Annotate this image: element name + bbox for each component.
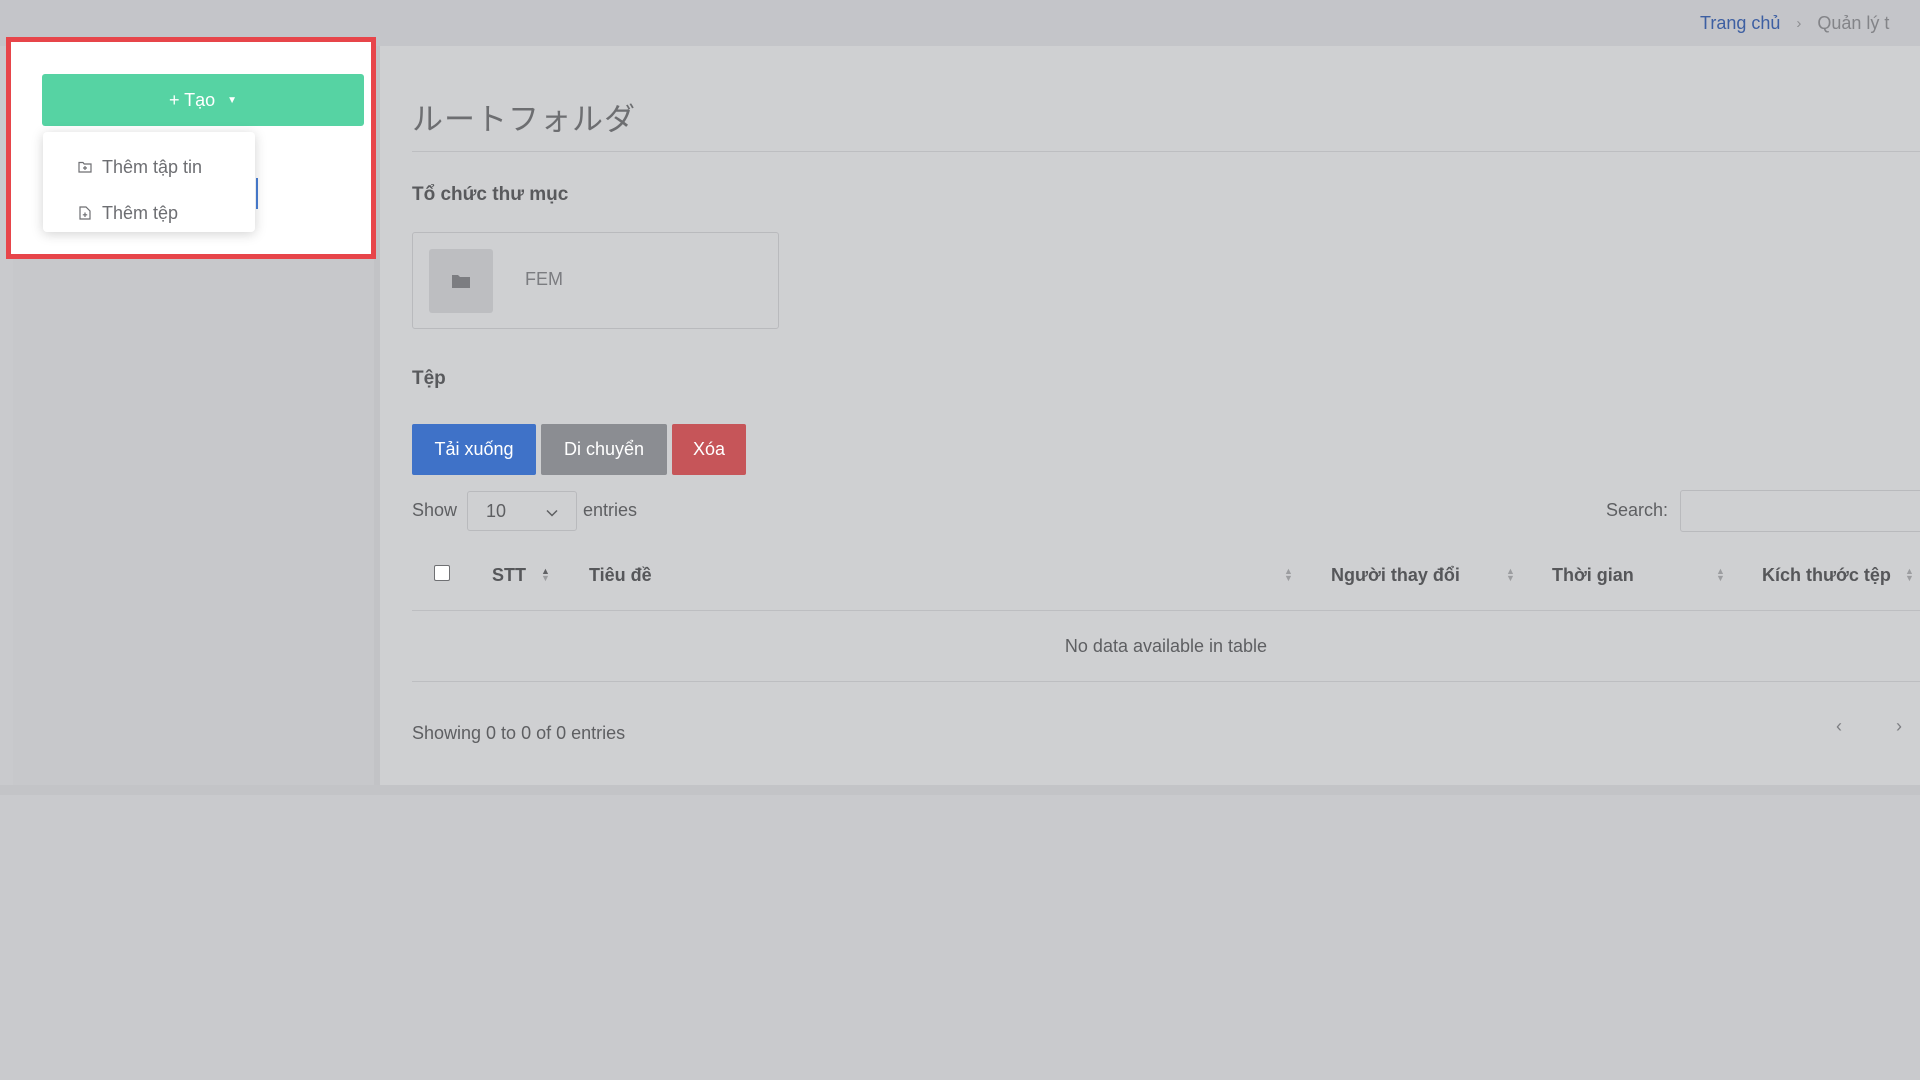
breadcrumb-separator: › bbox=[1796, 14, 1802, 32]
menu-item-label: Thêm tập tin bbox=[102, 156, 203, 177]
show-label: Show bbox=[412, 500, 458, 520]
obscured-element-edge bbox=[256, 178, 258, 209]
breadcrumb-current: Quản lý t bbox=[1817, 12, 1890, 33]
entries-label: entries bbox=[583, 500, 638, 520]
caret-down-icon: ▼ bbox=[227, 94, 238, 106]
breadcrumb-home-link[interactable]: Trang chủ bbox=[1700, 13, 1780, 34]
chevron-down-icon bbox=[546, 501, 558, 522]
table-header-divider bbox=[412, 610, 1920, 611]
column-header-modified-by[interactable]: Người thay đổi bbox=[1331, 565, 1460, 586]
menu-item-add-file[interactable]: Thêm tệp bbox=[43, 193, 255, 233]
select-all-checkbox[interactable] bbox=[434, 565, 450, 581]
create-dropdown-menu: Thêm tập tin Thêm tệp bbox=[43, 132, 255, 232]
sort-icon: ▲ ▼ bbox=[1506, 566, 1515, 583]
page-size-select[interactable]: 10 bbox=[467, 491, 577, 531]
folder-name: FEM bbox=[525, 269, 563, 289]
page-size-value: 10 bbox=[486, 500, 507, 521]
search-input[interactable] bbox=[1680, 490, 1920, 532]
create-button[interactable]: + Tạo ▼ bbox=[42, 74, 364, 126]
column-header-stt[interactable]: STT bbox=[492, 565, 526, 586]
title-divider bbox=[412, 151, 1920, 152]
column-header-file-size[interactable]: Kích thước tệp bbox=[1762, 565, 1891, 586]
menu-item-label: Thêm tệp bbox=[102, 202, 179, 223]
files-heading: Tệp bbox=[412, 368, 446, 389]
delete-button[interactable]: Xóa bbox=[672, 424, 746, 475]
create-menu-highlight: + Tạo ▼ Thêm tập tin Thêm tệp bbox=[6, 37, 376, 259]
empty-table-message: No data available in table bbox=[1064, 636, 1268, 656]
folder-card[interactable]: FEM bbox=[412, 232, 779, 329]
sort-icon: ▲ ▼ bbox=[541, 566, 550, 583]
folders-heading: Tổ chức thư mục bbox=[412, 184, 569, 205]
breadcrumb: Trang chủ › Quản lý t bbox=[1700, 0, 1920, 46]
pagination-next-button[interactable]: › bbox=[1896, 716, 1902, 737]
sort-icon: ▲ ▼ bbox=[1905, 566, 1914, 583]
column-header-title[interactable]: Tiêu đề bbox=[589, 565, 652, 586]
search-label: Search: bbox=[1606, 500, 1669, 520]
page-title: ルートフォルダ bbox=[412, 102, 636, 137]
file-plus-icon bbox=[78, 206, 92, 220]
menu-item-add-folder[interactable]: Thêm tập tin bbox=[43, 147, 255, 187]
main-content bbox=[380, 46, 1920, 785]
pagination-prev-button[interactable]: ‹ bbox=[1836, 716, 1842, 737]
download-button[interactable]: Tải xuống bbox=[412, 424, 536, 475]
column-header-time[interactable]: Thời gian bbox=[1552, 565, 1634, 586]
table-info: Showing 0 to 0 of 0 entries bbox=[412, 723, 626, 743]
move-button[interactable]: Di chuyển bbox=[541, 424, 667, 475]
create-button-label: + Tạo bbox=[168, 89, 216, 110]
folder-icon bbox=[429, 249, 493, 313]
sort-icon: ▲ ▼ bbox=[1716, 566, 1725, 583]
footer-divider bbox=[0, 785, 1920, 795]
table-footer-divider bbox=[412, 681, 1920, 682]
sort-icon: ▲ ▼ bbox=[1284, 566, 1293, 583]
folder-plus-icon bbox=[78, 160, 92, 174]
